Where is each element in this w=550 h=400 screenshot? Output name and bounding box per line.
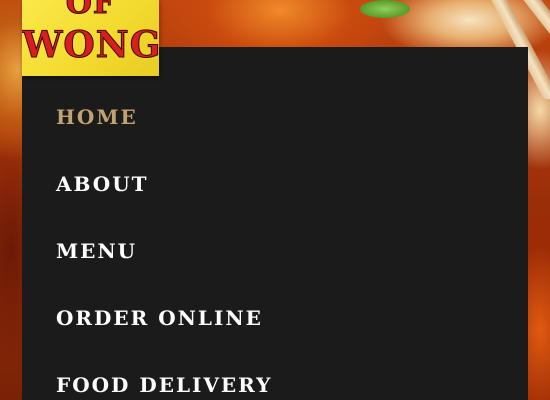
restaurant-logo[interactable]: OF WONG	[22, 0, 159, 76]
logo-text-line-1: OF	[65, 0, 116, 22]
nav-item-home[interactable]: HOME	[56, 102, 138, 132]
nav-item-order-online[interactable]: ORDER ONLINE	[56, 303, 263, 333]
herb-garnish	[360, 0, 410, 18]
nav-item-about[interactable]: ABOUT	[56, 169, 149, 199]
nav-item-menu[interactable]: MENU	[56, 236, 137, 266]
logo-text-line-2: WONG	[22, 24, 159, 67]
nav-item-food-delivery[interactable]: FOOD DELIVERY	[56, 370, 272, 400]
navigation-menu: HOME ABOUT MENU ORDER ONLINE FOOD DELIVE…	[22, 47, 528, 400]
